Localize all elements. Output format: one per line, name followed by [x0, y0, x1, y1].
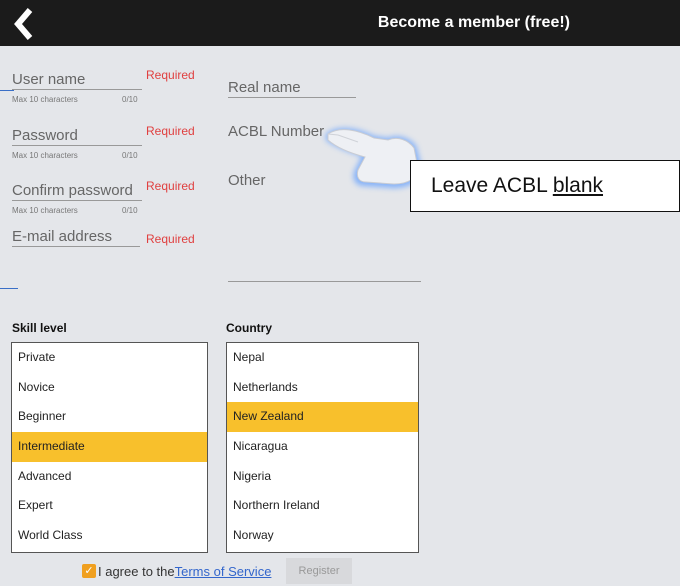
- country-option[interactable]: Nigeria: [227, 462, 418, 492]
- confirm-password-field[interactable]: Confirm password: [12, 182, 142, 201]
- skill-level-option[interactable]: Novice: [12, 373, 207, 403]
- real-name-underline: [228, 97, 356, 98]
- confirm-password-required: Required: [146, 179, 195, 193]
- left-edge-marker: [0, 90, 14, 91]
- skill-level-listbox[interactable]: Private Novice Beginner Intermediate Advance…: [11, 342, 208, 553]
- username-label: User name: [12, 71, 86, 88]
- skill-level-option[interactable]: Intermediate: [12, 432, 207, 462]
- email-underline: [12, 246, 140, 247]
- username-underline: [12, 89, 142, 90]
- instruction-callout: Leave ACBL blank: [410, 160, 680, 212]
- skill-level-label: Skill level: [12, 321, 67, 335]
- skill-level-option[interactable]: Advanced: [12, 462, 207, 492]
- email-label: E-mail address: [12, 228, 113, 245]
- skill-level-option[interactable]: Beginner: [12, 402, 207, 432]
- confirm-password-hint: Max 10 characters: [12, 206, 78, 215]
- username-hint: Max 10 characters: [12, 95, 78, 104]
- agree-text: I agree to the: [98, 564, 175, 579]
- country-option[interactable]: Nepal: [227, 343, 418, 373]
- country-option[interactable]: Nicaragua: [227, 432, 418, 462]
- acbl-number-field[interactable]: ACBL Number: [228, 123, 324, 140]
- country-option[interactable]: Northern Ireland: [227, 491, 418, 521]
- acbl-number-label: ACBL Number: [228, 123, 325, 140]
- skill-level-option[interactable]: World Class: [12, 521, 207, 551]
- username-field[interactable]: User name: [12, 71, 142, 90]
- country-option[interactable]: Netherlands: [227, 373, 418, 403]
- other-label: Other: [228, 172, 266, 189]
- confirm-password-count: 0/10: [122, 206, 138, 215]
- password-required: Required: [146, 124, 195, 138]
- other-field[interactable]: Other: [228, 172, 266, 189]
- callout-emphasis: blank: [552, 174, 604, 197]
- password-hint: Max 10 characters: [12, 151, 78, 160]
- header-bar: Become a member (free!): [0, 0, 680, 46]
- country-label: Country: [226, 321, 272, 335]
- skill-level-option[interactable]: Private: [12, 343, 207, 373]
- country-option[interactable]: Norway: [227, 521, 418, 551]
- password-underline: [12, 145, 142, 146]
- real-name-field[interactable]: Real name: [228, 79, 356, 98]
- callout-text: Leave ACBL: [431, 174, 553, 197]
- confirm-password-label: Confirm password: [12, 182, 133, 199]
- password-label: Password: [12, 127, 78, 144]
- password-field[interactable]: Password: [12, 127, 142, 146]
- agree-label: I agree to theTerms of Service: [98, 564, 271, 579]
- real-name-label: Real name: [228, 79, 301, 96]
- country-listbox[interactable]: Nepal Netherlands New Zealand Nicaragua Nige…: [226, 342, 419, 553]
- page-title: Become a member (free!): [377, 14, 570, 31]
- skill-level-option[interactable]: Expert: [12, 491, 207, 521]
- left-edge-marker: [0, 288, 18, 289]
- username-required: Required: [146, 68, 195, 82]
- terms-of-service-link[interactable]: Terms of Service: [175, 564, 272, 579]
- register-button[interactable]: Register: [286, 558, 352, 584]
- password-count: 0/10: [122, 151, 138, 160]
- agree-checkbox[interactable]: ✓: [82, 564, 96, 578]
- email-required: Required: [146, 232, 195, 246]
- confirm-password-underline: [12, 200, 142, 201]
- country-option[interactable]: New Zealand: [227, 402, 418, 433]
- username-count: 0/10: [122, 95, 138, 104]
- email-field[interactable]: E-mail address: [12, 228, 140, 247]
- other-underline: [228, 281, 421, 282]
